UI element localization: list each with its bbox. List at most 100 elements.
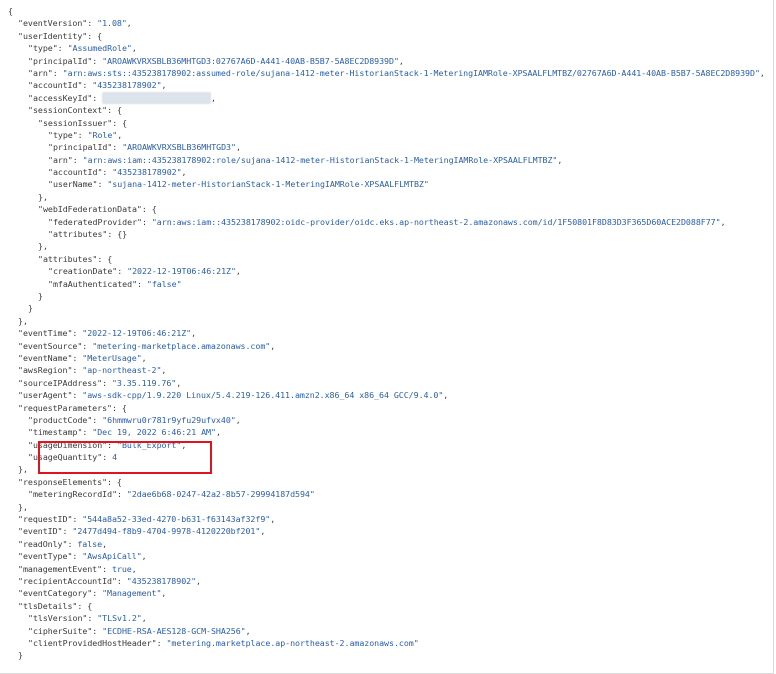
json-value: "false" — [146, 278, 182, 289]
json-key: "principalId" — [48, 142, 113, 153]
json-line: "eventID": "2477d494-f8b9-4704-9978-4120… — [18, 526, 266, 537]
json-punctuation: }, — [18, 315, 28, 326]
json-value: "MeterUsage" — [82, 352, 142, 363]
json-punctuation: : { — [77, 600, 93, 611]
json-punctuation: : { — [87, 30, 103, 41]
json-key: "tlsDetails" — [18, 600, 78, 611]
json-value: "Role" — [87, 129, 118, 140]
json-punctuation: }, — [18, 464, 28, 475]
json-key: "userName" — [48, 179, 98, 190]
json-line: "eventVersion": "1.08", — [18, 18, 132, 29]
json-line: } — [8, 649, 765, 661]
json-key: "cipherSuite" — [28, 625, 93, 636]
json-line: "clientProvidedHostHeader": "metering.ma… — [28, 637, 419, 648]
json-key: "accountId" — [28, 80, 83, 91]
json-key: "arn" — [28, 67, 53, 78]
json-viewer-panel: {"eventVersion": "1.08", "userIdentity": … — [0, 0, 774, 674]
redacted-value: "ASIAWKVRXSBLJ6XRWMLZ" — [102, 91, 211, 105]
json-key: "awsRegion" — [18, 365, 73, 376]
json-line: "awsRegion": "ap-northeast-2", — [18, 365, 167, 376]
json-key: "userAgent" — [18, 390, 73, 401]
json-key: "userIdentity" — [18, 30, 88, 41]
json-key: "eventCategory" — [18, 588, 93, 599]
json-value: "Bulk_Export" — [117, 439, 182, 450]
json-line: "attributes": {} — [48, 229, 128, 240]
json-line: "requestParameters": { — [8, 402, 765, 414]
json-value: false — [77, 538, 103, 549]
json-line: "arn": "arn:aws:sts::435238178902:assume… — [28, 67, 765, 78]
json-line: { — [8, 5, 765, 17]
json-key: "eventType" — [18, 551, 73, 562]
json-key: "federatedProvider" — [48, 216, 142, 227]
json-line: "accountId": "435238178902", — [48, 167, 187, 178]
json-value: "AssumedRole" — [67, 43, 132, 54]
json-value: "1.08" — [97, 18, 127, 29]
json-key: "usageDimension" — [28, 439, 108, 450]
json-punctuation: : { — [141, 204, 157, 215]
json-line: } — [8, 290, 765, 302]
json-value: "AwsApiCall" — [82, 551, 142, 562]
json-key: "clientProvidedHostHeader" — [28, 637, 157, 648]
json-line: "sessionContext": { — [8, 104, 765, 116]
json-key: "sessionIssuer" — [38, 117, 113, 128]
json-key: "readOnly" — [18, 538, 68, 549]
json-value: 4 — [112, 452, 118, 463]
json-punctuation: : { — [112, 117, 128, 128]
json-key: "accessKeyId" — [28, 92, 93, 103]
json-key: "attributes" — [48, 229, 108, 240]
json-value: true — [111, 563, 132, 574]
json-line: "userIdentity": { — [8, 30, 765, 42]
json-line: "responseElements": { — [8, 476, 765, 488]
json-value: "544a8a52-33ed-4270-b631-f63143af32f9" — [82, 514, 271, 525]
json-punctuation: } — [28, 303, 33, 314]
json-line: "readOnly": false, — [18, 538, 108, 549]
json-key: "tlsVersion" — [28, 613, 88, 624]
json-line: "sourceIPAddress": "3.35.119.76", — [18, 377, 182, 388]
json-punctuation: }, — [38, 191, 48, 202]
json-punctuation: : { — [107, 476, 122, 487]
json-line: "mfaAuthenticated": "false" — [48, 278, 182, 289]
json-line: "userAgent": "aws-sdk-cpp/1.9.220 Linux/… — [18, 390, 449, 401]
json-value: "ECDHE-RSA-AES128-GCM-SHA256" — [102, 625, 246, 636]
json-punctuation: }, — [18, 501, 28, 512]
json-line: "tlsDetails": { — [8, 600, 765, 612]
json-key: "mfaAuthenticated" — [48, 278, 138, 289]
json-punctuation: : { — [107, 105, 122, 116]
json-line: "principalId": "AROAWKVRXSBLB36MHTGD3", — [48, 142, 241, 153]
json-line: "cipherSuite": "ECDHE-RSA-AES128-GCM-SHA… — [28, 625, 251, 636]
json-value: {} — [117, 229, 128, 240]
json-line: "federatedProvider": "arn:aws:iam::43523… — [48, 216, 726, 227]
json-line: "usageQuantity": 4 — [28, 452, 118, 463]
json-key: "type" — [48, 129, 78, 140]
json-key: "requestID" — [18, 514, 73, 525]
json-value: "AROAWKVRXSBLB36MHTGD3" — [122, 142, 236, 153]
json-value: "435238178902" — [126, 575, 197, 586]
json-value: "sujana-1412-meter-HistorianStack-1-Mete… — [107, 179, 429, 190]
json-value: "arn:aws:iam::435238178902:role/sujana-1… — [82, 154, 558, 165]
json-key: "requestParameters" — [18, 402, 112, 413]
json-punctuation: : { — [111, 402, 127, 413]
json-line: }, — [8, 501, 765, 513]
json-key: "eventName" — [18, 352, 73, 363]
json-value: "metering.marketplace.ap-northeast-2.ama… — [166, 637, 419, 648]
json-line: "productCode": "6hmmwru0r781r9yfu29ufvx4… — [28, 414, 241, 425]
json-value: "2022-12-19T06:46:21Z" — [82, 328, 192, 339]
json-value: "2dae6b68-0247-42a2-8b57-29994187d594" — [126, 489, 315, 500]
json-line: "eventName": "MeterUsage", — [18, 352, 147, 363]
json-value: "TLSv1.2" — [97, 613, 142, 624]
json-line: "requestID": "544a8a52-33ed-4270-b631-f6… — [18, 514, 276, 525]
json-line: "attributes": { — [8, 253, 765, 265]
json-key: "eventSource" — [18, 340, 83, 351]
json-line: "recipientAccountId": "435238178902", — [18, 575, 201, 586]
json-punctuation: : { — [97, 253, 113, 264]
json-value: "2022-12-19T06:46:21Z" — [127, 266, 236, 277]
json-key: "eventID" — [18, 526, 63, 537]
json-key: "eventVersion" — [18, 18, 88, 29]
json-key: "recipientAccountId" — [18, 575, 117, 586]
json-key: "webIdFederationData" — [38, 204, 142, 215]
json-key: "attributes" — [38, 253, 98, 264]
json-key: "timestamp" — [28, 427, 83, 438]
json-key: "usageQuantity" — [28, 452, 103, 463]
json-punctuation: } — [18, 650, 23, 661]
json-value: "aws-sdk-cpp/1.9.220 Linux/5.4.219-126.4… — [82, 390, 444, 401]
